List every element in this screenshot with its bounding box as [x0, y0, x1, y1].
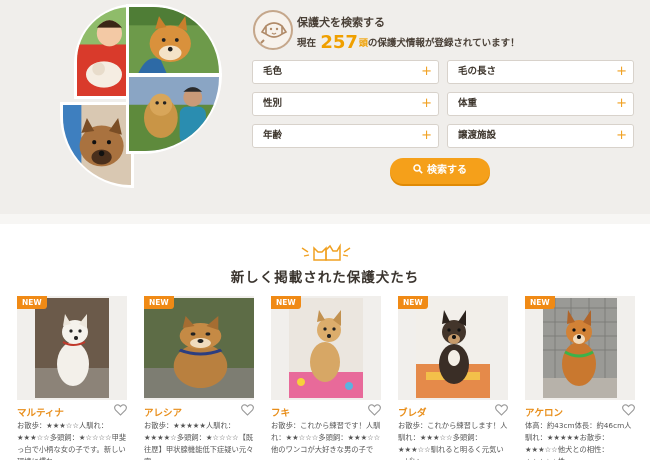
filter-label: 性別: [263, 98, 283, 109]
section-title: 新しく掲載された保護犬たち: [230, 270, 420, 286]
count-suffix: の保護犬情報が登録されています！: [367, 38, 520, 49]
dog-name: マルティナ: [17, 408, 64, 419]
dog-photo: NEW: [398, 296, 508, 400]
hero-divider: [0, 214, 650, 224]
filter-label: 体重: [458, 98, 478, 109]
dog-search-logo-icon: [253, 10, 293, 50]
dog-description: お散歩：★★★★★人馴れ：★★★★☆多頭飼：★☆☆☆☆【既往歴】甲状腺機能低下症…: [144, 421, 254, 460]
plus-icon: +: [616, 64, 627, 79]
search-icon: [413, 164, 423, 174]
dog-name: アケロン: [525, 408, 564, 419]
new-badge: NEW: [525, 296, 555, 309]
favorite-heart-icon[interactable]: [241, 404, 254, 416]
count-prefix: 現在: [297, 38, 317, 49]
plus-icon: +: [616, 96, 627, 111]
dog-photo: NEW: [144, 296, 254, 400]
search-button[interactable]: 検索する: [390, 158, 490, 184]
dog-card[interactable]: NEW アレシア お散歩：★★★★★人馴れ：★★★★☆多頭飼：★☆☆☆☆【既往歴…: [144, 296, 254, 462]
plus-icon: +: [616, 128, 627, 143]
new-badge: NEW: [17, 296, 47, 309]
dog-photo: NEW: [525, 296, 635, 400]
filter-coat-color[interactable]: 毛色 +: [252, 60, 439, 84]
dog-count: 257: [320, 32, 358, 53]
dog-photo: NEW: [271, 296, 381, 400]
dog-card[interactable]: NEW アケロン 体高：約43cm体長：約46cm人馴れ：★★★★★お散歩：★★…: [525, 296, 635, 462]
hero-photo-child-with-dog: [74, 4, 134, 99]
plus-icon: +: [421, 64, 432, 79]
filter-label: 毛色: [263, 66, 283, 77]
filter-label: 譲渡施設: [458, 130, 497, 141]
dog-description: 体高：約43cm体長：約46cm人馴れ：★★★★★お散歩：★★★☆☆他犬との相性…: [525, 421, 632, 460]
filter-coat-length[interactable]: 毛の長さ +: [447, 60, 634, 84]
favorite-heart-icon[interactable]: [114, 404, 127, 416]
favorite-heart-icon[interactable]: [622, 404, 635, 416]
filter-label: 毛の長さ: [458, 66, 497, 77]
dog-count-line: 現在 257頭の保護犬情報が登録されています！: [297, 32, 520, 53]
dog-name: アレシア: [144, 408, 183, 419]
filter-weight[interactable]: 体重 +: [447, 92, 634, 116]
dog-description: お散歩：★★★☆☆人馴れ：★★★☆☆多頭飼：★☆☆☆☆甲斐っ白で小柄な女の子です…: [17, 421, 127, 460]
search-header: 保護犬を検索する 現在 257頭の保護犬情報が登録されています！: [253, 10, 633, 53]
plus-icon: +: [421, 96, 432, 111]
dog-description: お散歩：これから練習です！人馴れ：★★☆☆☆多頭飼：★★★☆☆他のワンコが大好き…: [271, 421, 381, 454]
dog-description: お散歩：これから練習します！人馴れ：★★★☆☆多頭飼：★★★☆☆馴れると明るく元…: [398, 421, 508, 460]
plus-icon: +: [421, 128, 432, 143]
dog-name: ブレダ: [398, 408, 427, 419]
hero-photo-puppy: [60, 102, 134, 188]
new-badge: NEW: [398, 296, 428, 309]
dog-name: フキ: [271, 408, 291, 419]
hero-photo-golden-retriever: [126, 74, 222, 154]
hero-photo-shiba: [126, 4, 222, 76]
filter-sex[interactable]: 性別 +: [252, 92, 439, 116]
dog-card[interactable]: NEW マルティナ お散歩：★★★☆☆人馴れ：★★★☆☆多頭飼：★☆☆☆☆甲斐っ…: [17, 296, 127, 462]
hero-photo-collage: [60, 4, 225, 188]
count-unit: 頭: [358, 39, 368, 49]
favorite-heart-icon[interactable]: [368, 404, 381, 416]
dog-photo: NEW: [17, 296, 127, 400]
search-button-label: 検索する: [427, 165, 467, 176]
cat-dog-icon: [301, 243, 351, 261]
new-badge: NEW: [271, 296, 301, 309]
dog-card[interactable]: NEW ブレダ お散歩：これから練習します！人馴れ：★★★☆☆多頭飼：★★★☆☆…: [398, 296, 508, 462]
new-badge: NEW: [144, 296, 174, 309]
dog-card[interactable]: NEW フキ お散歩：これから練習です！人馴れ：★★☆☆☆多頭飼：★★★☆☆他の…: [271, 296, 381, 462]
filter-age[interactable]: 年齢 +: [252, 124, 439, 148]
favorite-heart-icon[interactable]: [495, 404, 508, 416]
filter-label: 年齢: [263, 130, 283, 141]
filter-shelter[interactable]: 譲渡施設 +: [447, 124, 634, 148]
search-title: 保護犬を検索する: [297, 16, 385, 29]
